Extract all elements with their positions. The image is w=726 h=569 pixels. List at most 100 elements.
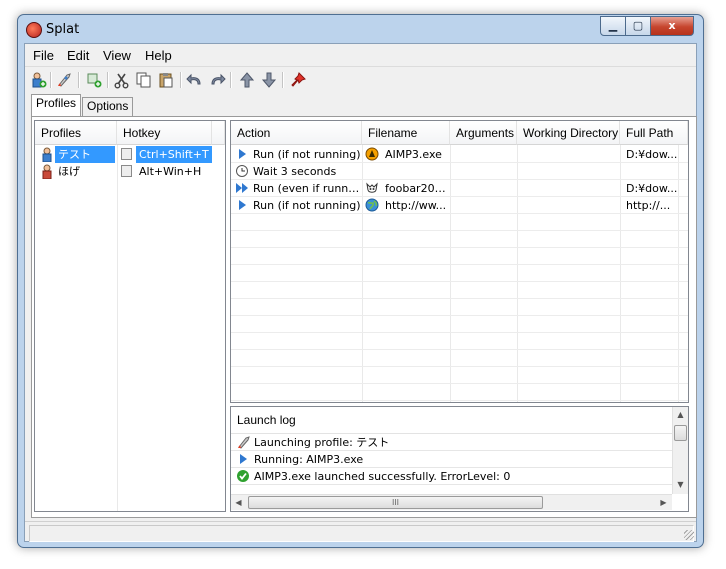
profile-row[interactable]: ほげ Alt+Win+H [35, 163, 225, 180]
clock-icon [236, 165, 248, 177]
resize-grip[interactable] [684, 530, 694, 540]
column-header-filename[interactable]: Filename [362, 121, 450, 145]
action-row[interactable]: Wait 3 seconds [231, 163, 688, 180]
log-horizontal-scrollbar[interactable]: ◀ III ▶ [231, 494, 672, 510]
toolbar-separator [107, 72, 109, 88]
pin-icon[interactable] [289, 71, 307, 89]
column-header-filler [212, 121, 225, 145]
scroll-thumb[interactable] [674, 425, 687, 441]
tab-profiles[interactable]: Profiles [31, 94, 82, 117]
profiles-list[interactable]: Profiles Hotkey テスト Ctrl+Shift+T ほげ Alt+… [34, 120, 226, 512]
close-button[interactable]: x [650, 16, 694, 36]
empty-grid-row [231, 384, 688, 401]
hotkey-icon [121, 165, 132, 177]
empty-grid-row [231, 367, 688, 384]
launch-log[interactable]: Launch log Launching profile: テスト Runnin… [230, 406, 689, 512]
log-entry: Running: AIMP3.exe [231, 451, 672, 468]
scroll-up-arrow[interactable]: ▲ [673, 407, 688, 422]
hotkey-icon [121, 148, 132, 160]
action-text: Wait 3 seconds [253, 165, 337, 178]
menu-bar: File Edit View Help [25, 44, 696, 66]
arguments-text [450, 146, 517, 163]
title-bar[interactable]: Splat ▁ ▢ x [18, 15, 703, 43]
fullpath-text: http://... [626, 199, 671, 212]
copy-icon[interactable] [135, 71, 153, 89]
empty-grid-row [231, 350, 688, 367]
scroll-right-arrow[interactable]: ▶ [656, 495, 671, 510]
minimize-button[interactable]: ▁ [600, 16, 626, 36]
launch-icon[interactable] [55, 71, 73, 89]
play-icon [240, 454, 247, 464]
move-up-icon[interactable] [238, 71, 256, 89]
actions-list[interactable]: Action Filename Arguments Working Direct… [230, 120, 689, 403]
empty-grid-row [231, 299, 688, 316]
log-text: AIMP3.exe launched successfully. ErrorLe… [254, 470, 511, 483]
menu-file[interactable]: File [33, 48, 54, 63]
column-divider [117, 145, 118, 511]
column-header-full-path[interactable]: Full Path [620, 121, 688, 145]
fast-forward-icon [236, 183, 248, 193]
column-header-profiles[interactable]: Profiles [35, 121, 117, 145]
column-header-action[interactable]: Action [231, 121, 362, 145]
check-icon [237, 470, 249, 482]
profile-person-icon [42, 147, 52, 162]
redo-icon[interactable] [208, 71, 226, 89]
tab-options[interactable]: Options [82, 97, 134, 116]
toolbar-separator [78, 72, 80, 88]
action-text: Run (if not running) [253, 148, 361, 161]
column-header-hotkey[interactable]: Hotkey [117, 121, 212, 145]
filename-text: http://ww... [385, 199, 447, 212]
log-vertical-scrollbar[interactable]: ▲ ▼ [672, 407, 688, 494]
profile-person-icon [42, 164, 52, 179]
log-text: Running: AIMP3.exe [254, 453, 364, 466]
empty-grid-row [231, 214, 688, 231]
paste-icon[interactable] [157, 71, 175, 89]
column-header-working-directory[interactable]: Working Directory [517, 121, 620, 145]
add-profile-icon[interactable] [29, 71, 47, 89]
globe-icon [365, 198, 379, 212]
menu-edit[interactable]: Edit [67, 48, 89, 63]
move-down-icon[interactable] [260, 71, 278, 89]
status-text [29, 525, 694, 542]
empty-grid-row [231, 248, 688, 265]
tab-strip: Profiles Options [25, 94, 696, 117]
toolbar [25, 66, 696, 93]
cut-icon[interactable] [113, 71, 131, 89]
empty-grid-row [231, 282, 688, 299]
play-icon [239, 149, 246, 159]
action-row[interactable]: Run (if not running) AIMP3.exe D:¥dow... [231, 146, 688, 163]
empty-grid-row [231, 333, 688, 350]
menu-view[interactable]: View [103, 48, 131, 63]
column-header-arguments[interactable]: Arguments [450, 121, 517, 145]
status-bar [25, 521, 696, 542]
launch-log-title: Launch log [237, 413, 296, 427]
empty-grid-row [231, 316, 688, 333]
fullpath-text [623, 163, 678, 180]
action-row[interactable]: Run (even if runnin... foobar200... D:¥d… [231, 180, 688, 197]
profile-hotkey: Ctrl+Shift+T [136, 146, 212, 163]
client-area: File Edit View Help Profiles Options Pro… [24, 43, 697, 542]
log-text: Launching profile: テスト [254, 436, 390, 449]
action-row[interactable]: Run (if not running) http://ww... http:/… [231, 197, 688, 214]
aimp-icon [365, 147, 379, 161]
scroll-down-arrow[interactable]: ▼ [673, 477, 688, 492]
maximize-button[interactable]: ▢ [625, 16, 651, 36]
play-icon [239, 200, 246, 210]
undo-icon[interactable] [186, 71, 204, 89]
profile-row[interactable]: テスト Ctrl+Shift+T [35, 146, 225, 163]
profiles-tab-page: Profiles Hotkey テスト Ctrl+Shift+T ほげ Alt+… [31, 116, 697, 518]
action-text: Run (even if runnin... [253, 182, 362, 195]
log-entry: AIMP3.exe launched successfully. ErrorLe… [231, 468, 672, 485]
main-window: Splat ▁ ▢ x File Edit View Help Profiles… [17, 14, 704, 548]
scroll-left-arrow[interactable]: ◀ [231, 495, 246, 510]
splat-app-icon [26, 22, 42, 38]
filename-text: foobar200... [385, 182, 450, 195]
toolbar-separator [50, 72, 52, 88]
profile-name: ほげ [58, 165, 80, 178]
add-action-icon[interactable] [85, 71, 103, 89]
empty-grid-row [231, 401, 688, 402]
empty-grid-row [231, 231, 688, 248]
toolbar-separator [230, 72, 232, 88]
menu-help[interactable]: Help [145, 48, 172, 63]
scroll-thumb[interactable]: III [248, 496, 543, 509]
